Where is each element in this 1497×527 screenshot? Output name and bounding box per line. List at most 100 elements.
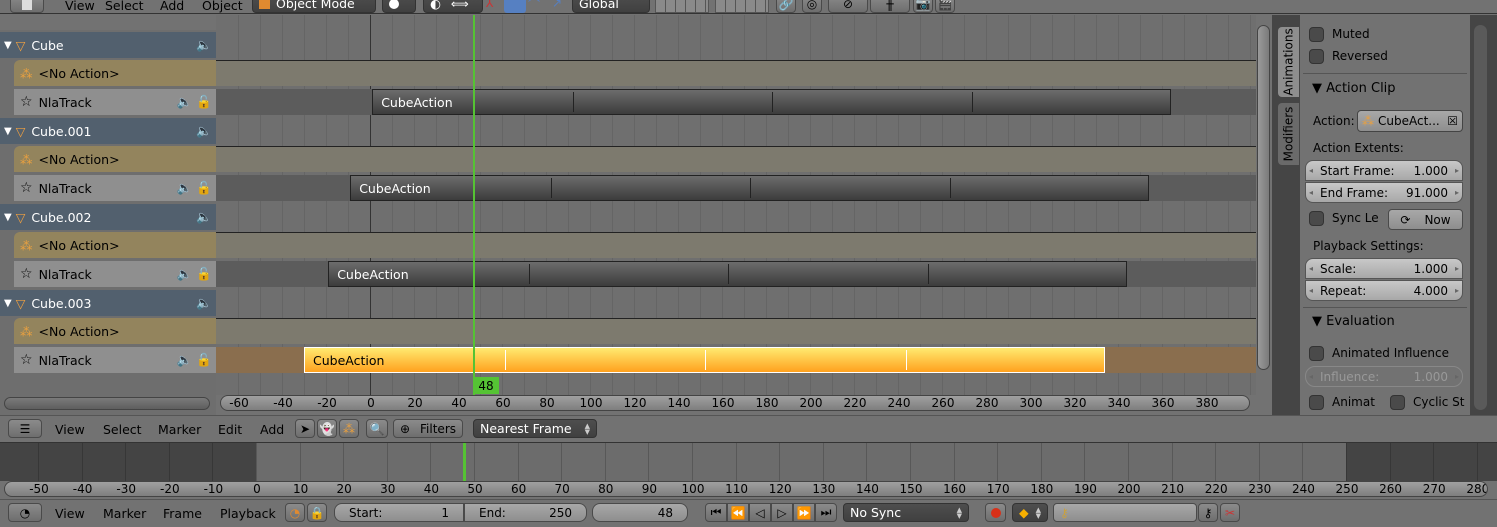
timeline-ruler[interactable]: -50 -40 -30 -20 -10 0 10 20 30 40 50 60 70 80 90 100 110… [4,481,1488,497]
translate-icon[interactable] [504,0,526,13]
timeline-menu-marker[interactable]: Marker [93,504,156,524]
speaker-icon[interactable]: 🔈 [177,94,193,110]
nla-menu-add[interactable]: Add [250,420,294,440]
search-icon[interactable]: 🔍 [366,419,388,438]
channel-action[interactable]: ⁂ <No Action> [14,146,216,172]
nla-strip[interactable]: CubeAction [304,347,1105,373]
keying-set-field[interactable]: ⚷ [1053,503,1197,522]
lock-icon[interactable]: 🔓 [196,352,212,368]
repeat-field[interactable]: Repeat:4.000 [1305,280,1463,301]
channel-object[interactable]: ▼ ▽ Cube.003 🔈 [0,290,216,316]
mode-select[interactable]: Object Mode [252,0,376,13]
end-frame-field[interactable]: End: 250 [464,503,587,522]
nla-editor-type-button[interactable]: ☰ [8,419,42,438]
nla-strip[interactable]: CubeAction [372,89,1171,115]
sync-mode-select[interactable]: No Sync ▲ ▼ [843,503,969,522]
speaker-icon[interactable]: 🔈 [196,37,212,53]
playhead-line[interactable] [473,15,475,395]
muted-checkbox[interactable]: Muted [1309,27,1370,42]
channel-object[interactable]: ▼ ▽ Cube.001 🔈 [0,118,216,144]
snap-element-icon[interactable]: ╫ [870,0,910,13]
speaker-icon[interactable]: 🔈 [177,352,193,368]
nla-strip[interactable]: CubeAction [328,261,1127,287]
sidebar-scrollbar[interactable] [1474,25,1487,410]
nla-strip[interactable]: CubeAction [350,175,1149,201]
tab-animations[interactable]: Animations [1278,27,1299,97]
channel-track[interactable]: ☆ NlaTrack 🔈 🔓 [14,89,216,115]
channel-track[interactable]: ☆ NlaTrack 🔈 🔓 [14,347,216,373]
menu-add[interactable]: Add [150,0,194,13]
play-icon[interactable]: ▷ [771,503,793,522]
action-clip-panel-header[interactable]: ▼ Action Clip [1312,81,1396,96]
expand-triangle-icon[interactable]: ▼ [4,40,12,51]
sync-now-button[interactable]: ⟳ Now [1388,209,1463,230]
jump-keyframe-back-icon[interactable]: ⏪ [727,503,749,522]
render-anim-icon[interactable]: 🎬 [935,0,955,13]
speaker-icon[interactable]: 🔈 [177,266,193,282]
end-frame-field[interactable]: End Frame:91.000 [1305,182,1463,203]
insert-keyframe-icon[interactable]: ⚷ [1198,503,1218,522]
play-reverse-icon[interactable]: ◁ [749,503,771,522]
orientation-select[interactable]: Global [572,0,650,13]
nla-menu-view[interactable]: View [45,420,95,440]
star-icon[interactable]: ☆ [20,266,33,282]
lock-icon[interactable]: 🔓 [196,94,212,110]
speaker-icon[interactable]: 🔈 [196,209,212,225]
layers-grid-2[interactable] [715,0,769,13]
timeline-playhead[interactable] [463,443,466,481]
tab-modifiers[interactable]: Modifiers [1278,103,1299,165]
nla-menu-select[interactable]: Select [93,420,152,440]
menu-select[interactable]: Select [95,0,154,13]
pivot-select[interactable]: ◐ ⟺ [423,0,483,13]
speaker-icon[interactable]: 🔈 [177,180,193,196]
timeline-menu-frame[interactable]: Frame [153,504,212,524]
record-icon[interactable] [985,503,1006,522]
speaker-icon[interactable]: 🔈 [196,295,212,311]
current-frame-badge[interactable]: 48 [473,377,499,394]
star-icon[interactable]: ☆ [20,94,33,110]
keying-mode-select[interactable]: ◆ ▲ ▼ [1012,503,1048,522]
jump-start-icon[interactable]: ⏮ [705,503,727,522]
rotate-icon[interactable]: ⌒ [528,0,540,13]
action-field[interactable]: ⁂ CubeAct... ☒ [1357,110,1463,132]
animated-influence-checkbox[interactable]: Animated Influence [1309,346,1449,361]
manipulator-axis-icon[interactable]: ⅄ [486,0,493,10]
channel-action[interactable]: ⁂ <No Action> [14,232,216,258]
timeline-menu-playback[interactable]: Playback [210,504,286,524]
snap-icon[interactable]: ⊘ [828,0,868,13]
layers-grid-1[interactable] [655,0,709,13]
preview-range-icon[interactable]: ◔ [285,503,305,522]
timeline-editor-type-button[interactable]: ◔ [8,503,42,522]
channel-track[interactable]: ☆ NlaTrack 🔈 🔓 [14,261,216,287]
start-frame-field[interactable]: Start Frame:1.000 [1305,160,1463,181]
star-icon[interactable]: ☆ [20,352,33,368]
timeline-menu-view[interactable]: View [45,504,95,524]
channel-object[interactable]: ▼ ▽ Cube.002 🔈 [0,204,216,230]
expand-triangle-icon[interactable]: ▼ [4,212,12,223]
animated-strip-time-checkbox[interactable]: Animat [1309,395,1375,410]
current-frame-field[interactable]: 48 [592,503,688,522]
snap-mode-select[interactable]: Nearest Frame ▲ ▼ [473,419,597,438]
nla-menu-marker[interactable]: Marker [148,420,211,440]
clear-icon[interactable]: ☒ [1447,114,1458,128]
jump-keyframe-forward-icon[interactable]: ⏩ [793,503,815,522]
shading-select[interactable] [382,0,416,13]
cyclic-strip-time-checkbox[interactable]: Cyclic St [1390,395,1464,410]
lock-icon[interactable]: 🔓 [196,180,212,196]
delete-keyframe-icon[interactable]: ✂ [1220,503,1240,522]
menu-object[interactable]: Object [192,0,253,13]
speaker-icon[interactable]: 🔈 [196,123,212,139]
action-filter-icon[interactable]: ⁂ [339,419,359,438]
scale-field[interactable]: Scale:1.000 [1305,258,1463,279]
sync-length-checkbox[interactable]: Sync Le [1309,211,1379,226]
expand-triangle-icon[interactable]: ▼ [4,298,12,309]
nla-horizontal-scrollbar[interactable] [4,397,210,410]
lock-range-icon[interactable]: 🔒 [307,503,327,522]
proportional-edit-icon[interactable]: ◎ [802,0,822,13]
channel-action[interactable]: ⁂ <No Action> [14,60,216,86]
nla-menu-edit[interactable]: Edit [208,420,252,440]
lock-layers-icon[interactable]: 🔗 [776,0,796,13]
reversed-checkbox[interactable]: Reversed [1309,49,1388,64]
channel-action[interactable]: ⁂ <No Action> [14,318,216,344]
editor-type-button[interactable] [10,0,44,13]
